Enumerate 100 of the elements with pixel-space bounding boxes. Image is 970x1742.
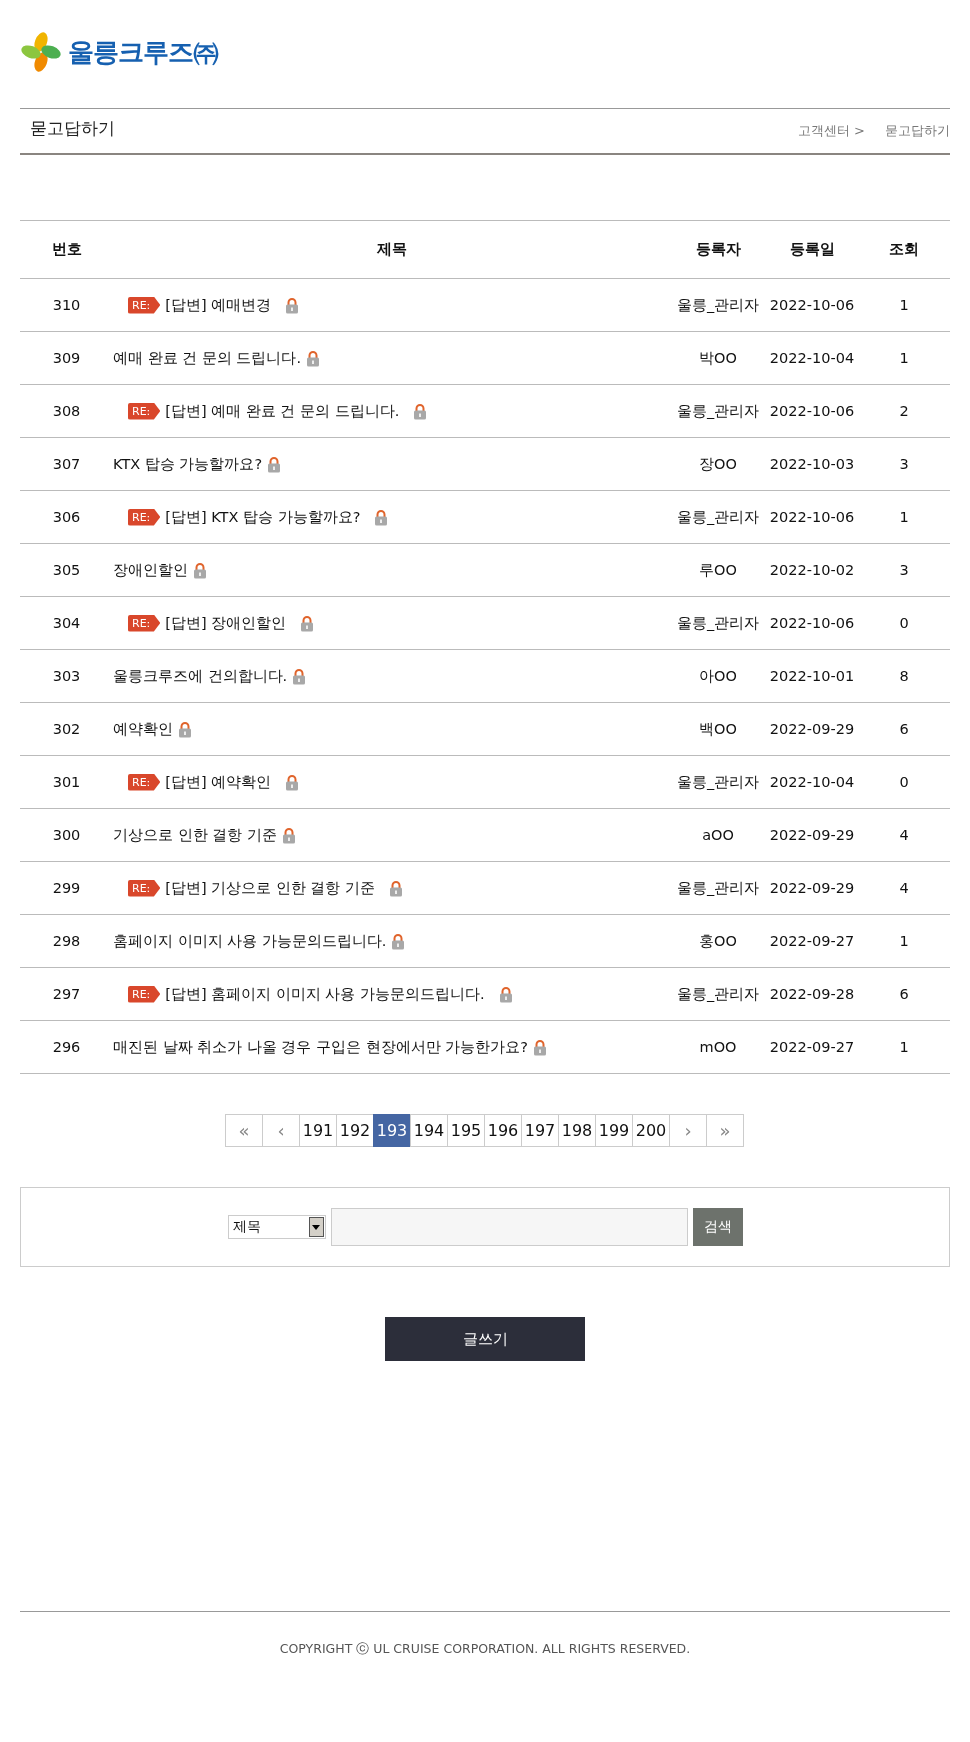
view-count: 3 [899,456,909,472]
breadcrumb-link[interactable]: 고객센터 > [797,122,865,140]
author-name: mOO [699,1039,737,1055]
write-button[interactable]: 글쓰기 [385,1317,585,1361]
post-title-link[interactable]: 울릉크루즈에 건의합니다. [113,667,288,684]
reply-badge: RE: [128,508,161,526]
post-date: 2022-09-29 [769,827,855,843]
page-number-button[interactable]: 198 [558,1114,596,1147]
page-nav-button[interactable]: › [669,1114,707,1147]
post-title-link[interactable]: [답변] KTX 탑승 가능할까요? [165,508,361,525]
view-count: 1 [899,350,909,366]
post-number: 303 [52,668,81,684]
post-title-link[interactable]: KTX 탑승 가능할까요? [113,455,263,472]
post-title-link[interactable]: 예매 완료 건 문의 드립니다. [113,349,302,366]
author-name: aOO [702,827,734,843]
breadcrumb-link[interactable]: 묻고답하기 [885,122,950,140]
page-number-button[interactable]: 200 [632,1114,670,1147]
view-count: 4 [899,880,909,896]
author-name: 아OO [699,667,737,684]
page-nav-button[interactable]: « [225,1114,263,1147]
reply-badge: RE: [128,614,161,632]
post-number: 307 [52,456,81,472]
page-number-button[interactable]: 194 [410,1114,448,1147]
column-header: 등록일 [789,241,835,257]
post-date: 2022-10-04 [769,350,855,366]
post-date: 2022-10-06 [769,403,855,419]
search-type-select[interactable]: 제목 [227,1215,326,1239]
author-name: 홍OO [699,932,737,949]
page-nav-button[interactable]: » [706,1114,744,1147]
search-input[interactable] [330,1208,688,1246]
post-title-link[interactable]: 홈페이지 이미지 사용 가능문의드립니다. [113,932,387,949]
view-count: 8 [899,668,909,684]
clover-icon [20,31,62,73]
post-date: 2022-09-29 [769,880,855,896]
view-count: 2 [899,403,909,419]
page-number-button[interactable]: 195 [447,1114,485,1147]
reply-badge: RE: [128,985,161,1003]
author-name: 울릉_관리자 [676,614,760,631]
post-number: 296 [52,1039,81,1055]
author-name: 장OO [699,455,737,472]
post-date: 2022-09-27 [769,933,855,949]
post-date: 2022-10-06 [769,297,855,313]
post-title-link[interactable]: [답변] 예매 완료 건 문의 드립니다. [165,402,400,419]
post-number: 301 [52,774,81,790]
view-count: 1 [899,297,909,313]
search-button[interactable]: 검색 [692,1208,743,1246]
post-number: 306 [52,509,81,525]
author-name: 울릉_관리자 [676,402,760,419]
reply-badge: RE: [128,879,161,897]
view-count: 1 [899,1039,909,1055]
post-title-link[interactable]: 장애인할인 [113,561,188,578]
page-nav-button[interactable]: ‹ [262,1114,300,1147]
post-number: 302 [52,721,81,737]
view-count: 0 [899,615,909,631]
post-title-link[interactable]: [답변] 기상으로 인한 결항 기준 [165,879,376,896]
reply-badge: RE: [128,296,161,314]
author-name: 울릉_관리자 [676,296,760,313]
post-date: 2022-09-29 [769,721,855,737]
post-number: 305 [52,562,81,578]
page-number-button[interactable]: 196 [484,1114,522,1147]
author-name: 울릉_관리자 [676,773,760,790]
view-count: 1 [899,509,909,525]
post-number: 308 [52,403,81,419]
post-title-link[interactable]: [답변] 예약확인 [165,773,272,790]
post-title-link[interactable]: 예약확인 [113,720,173,737]
post-title-link[interactable]: [답변] 홈페이지 이미지 사용 가능문의드립니다. [165,985,485,1002]
column-header: 번호 [51,241,82,257]
view-count: 0 [899,774,909,790]
post-number: 310 [52,297,81,313]
reply-badge: RE: [128,773,161,791]
post-title-link[interactable]: 기상으로 인한 결항 기준 [113,826,277,843]
company-logo[interactable]: 울릉크루즈㈜ [20,31,218,73]
view-count: 3 [899,562,909,578]
post-title-link[interactable]: [답변] 장애인할인 [165,614,287,631]
page-title: 묻고답하기 [30,117,115,140]
post-date: 2022-10-06 [769,509,855,525]
post-date: 2022-10-06 [769,615,855,631]
page-number-button[interactable]: 191 [299,1114,337,1147]
page-number-button[interactable]: 193 [373,1114,411,1147]
author-name: 울릉_관리자 [676,508,760,525]
post-date: 2022-10-02 [769,562,855,578]
author-name: 백OO [699,720,737,737]
author-name: 박OO [699,349,737,366]
page-number-button[interactable]: 197 [521,1114,559,1147]
post-date: 2022-09-28 [769,986,855,1002]
caret-icon [312,1224,320,1230]
column-header: 조회 [889,241,919,257]
author-name: 루OO [699,561,737,578]
post-title-link[interactable]: 매진된 날짜 취소가 나올 경우 구입은 현장에서만 가능한가요? [113,1038,528,1055]
post-number: 304 [52,615,81,631]
reply-badge: RE: [128,402,161,420]
view-count: 1 [899,933,909,949]
post-title-link[interactable]: [답변] 예매변경 [165,296,272,313]
view-count: 6 [899,721,909,737]
copyright-text: COPYRIGHT ⓒ UL CRUISE CORPORATION. ALL RIGHTS RESERVED. [279,1641,691,1656]
column-header: 제목 [376,241,407,257]
view-count: 4 [899,827,909,843]
post-number: 299 [52,880,81,896]
page-number-button[interactable]: 199 [595,1114,633,1147]
post-date: 2022-09-27 [769,1039,855,1055]
